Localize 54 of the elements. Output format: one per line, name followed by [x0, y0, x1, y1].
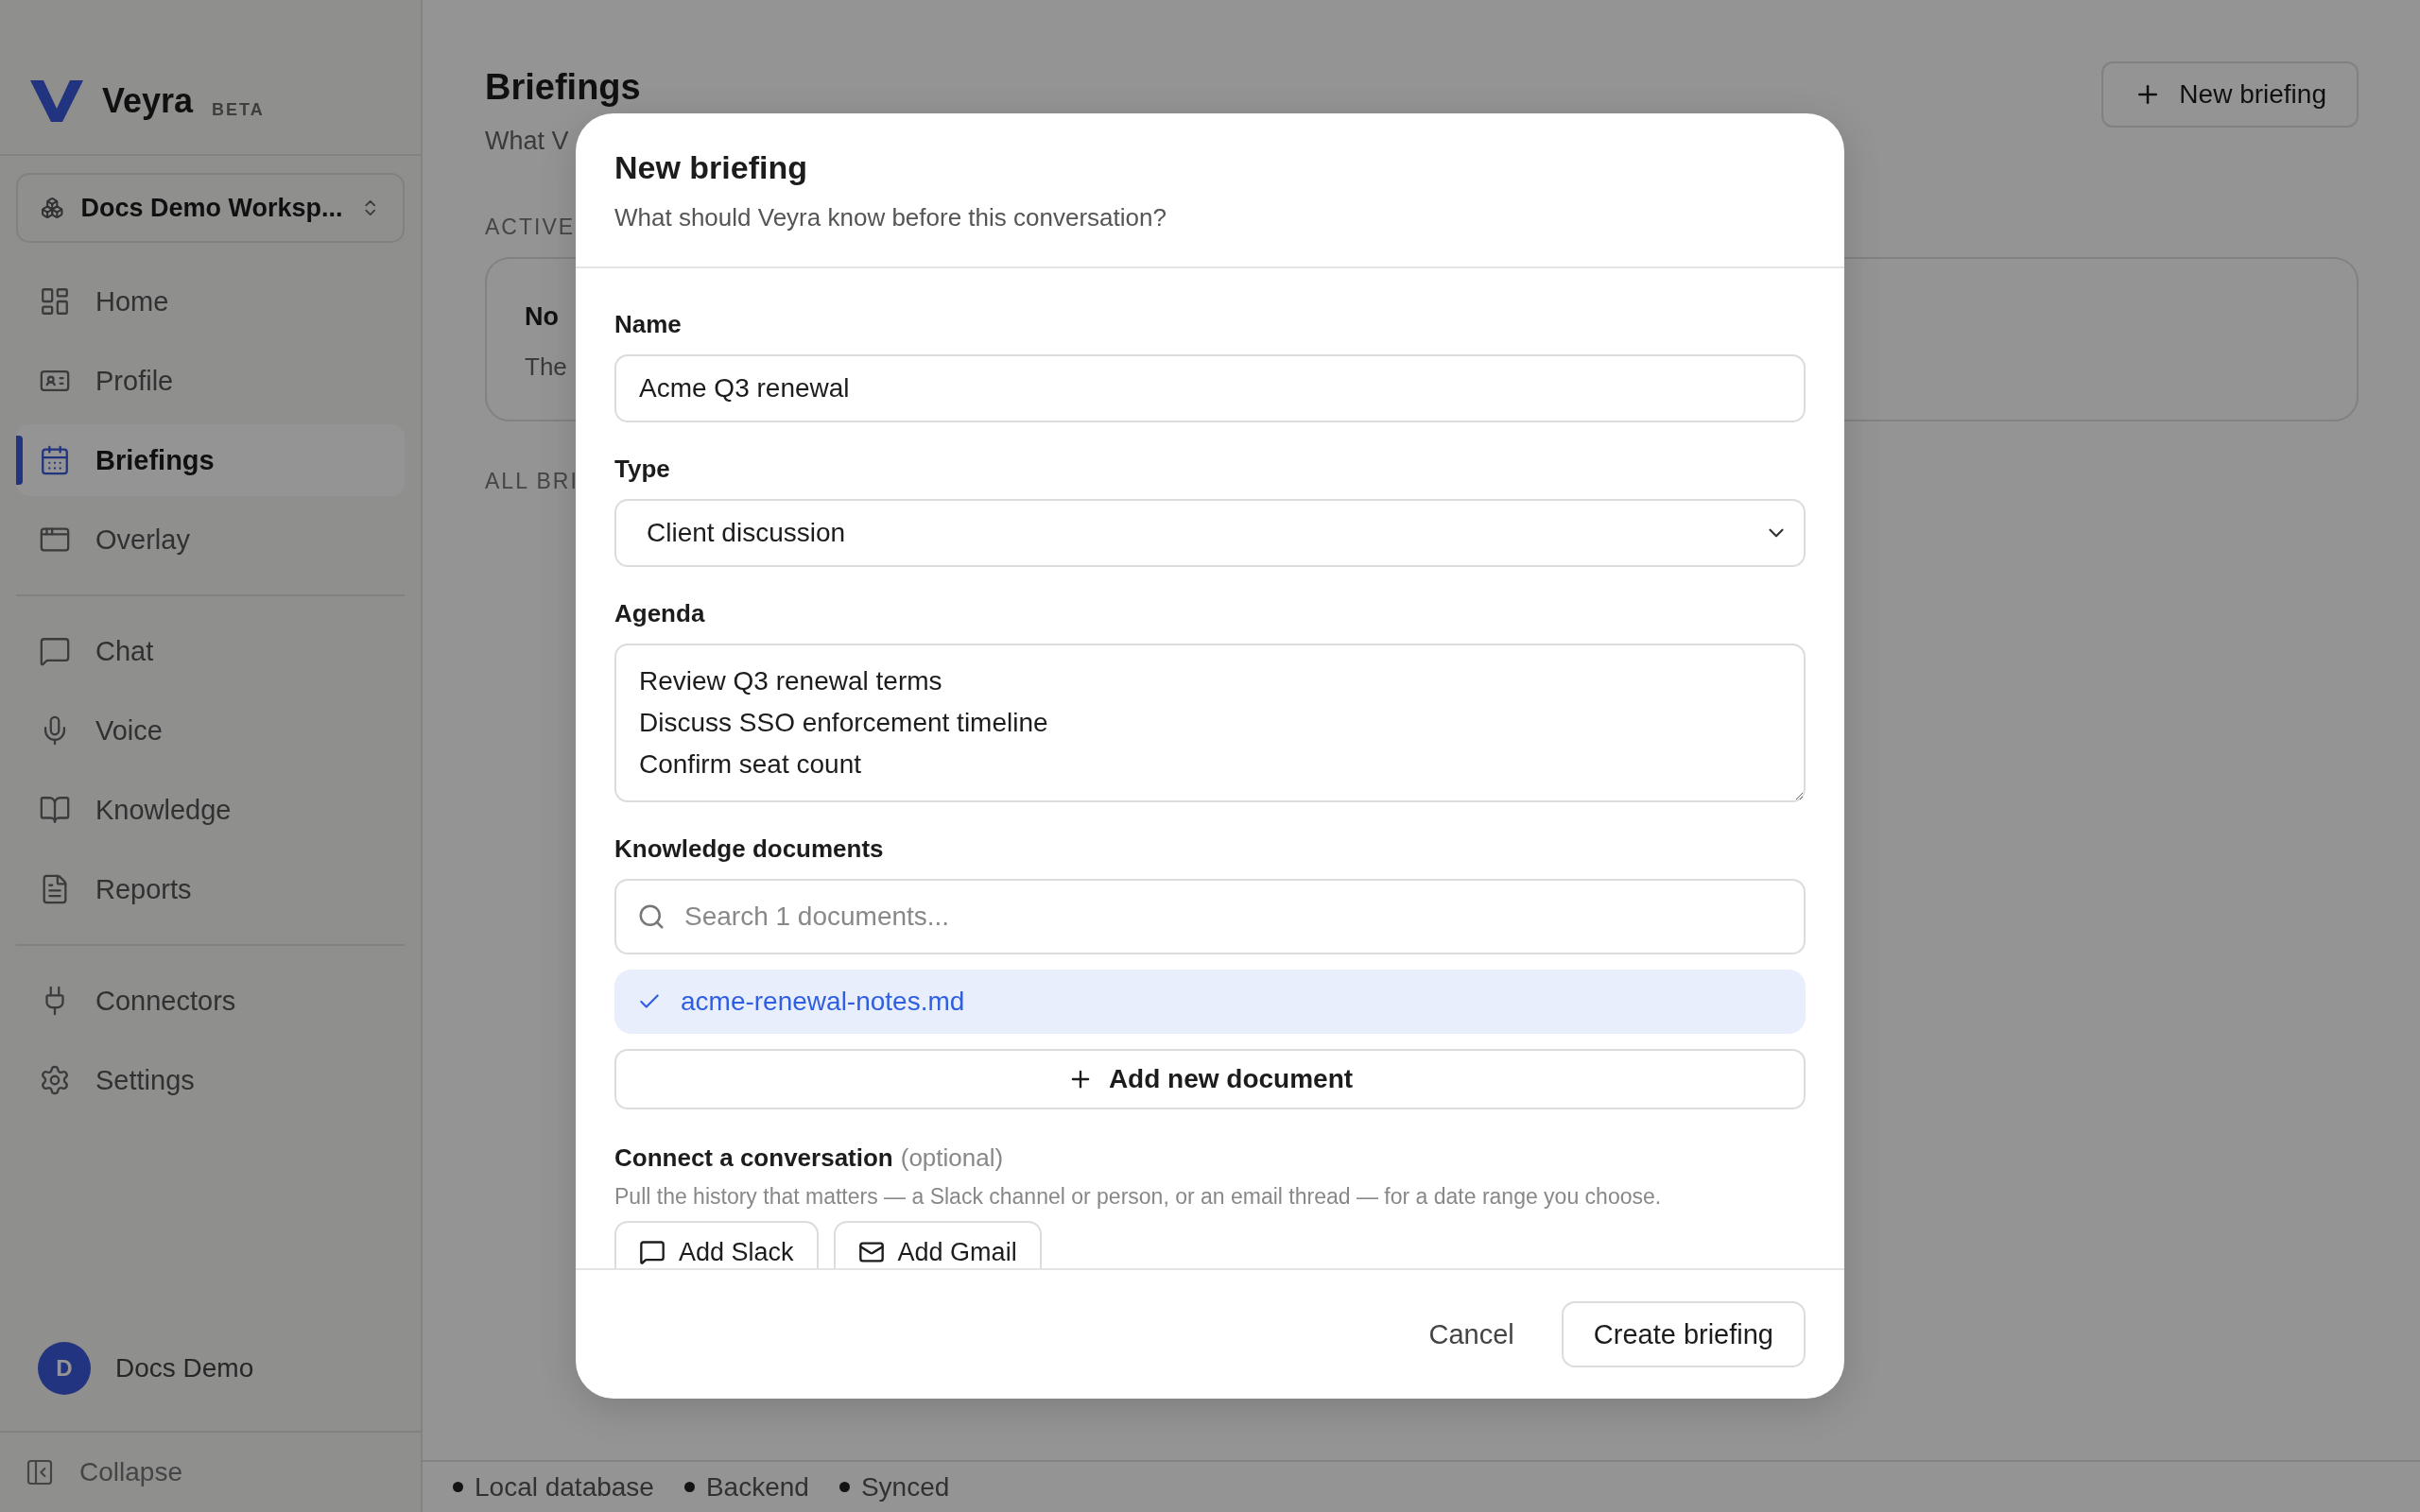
- panel-collapse-icon: [25, 1457, 55, 1487]
- user-avatar[interactable]: D: [38, 1342, 91, 1395]
- calendar-icon: [39, 444, 71, 476]
- settings-icon: [39, 1064, 71, 1096]
- card-text: The: [525, 352, 567, 382]
- logo-icon: [30, 79, 83, 122]
- type-select[interactable]: Client discussion: [614, 499, 1806, 567]
- section-description: Pull the history that matters — a Slack channel or person, or an email thread — for a date range you choose.: [614, 1184, 1663, 1210]
- nav-item[interactable]: Knowledge: [16, 774, 405, 846]
- section-label: Connect a conversation (optional): [614, 1143, 1005, 1173]
- chat-bubble-icon: [639, 1239, 666, 1265]
- beta-label: BETA: [212, 100, 265, 120]
- document-option[interactable]: acme-renewal-notes.md: [614, 970, 1806, 1034]
- section-heading: ALL BRI: [485, 469, 579, 494]
- search-icon: [637, 902, 666, 931]
- dialog-title: New briefing: [614, 149, 809, 186]
- nav-item[interactable]: Profile: [16, 345, 405, 417]
- page-title: Briefings: [485, 67, 641, 108]
- app-name: Veyra: [102, 80, 194, 121]
- add-source-button[interactable]: Add Gmail: [833, 1221, 1042, 1268]
- user-name: Docs Demo: [115, 1353, 254, 1383]
- new-briefing-button[interactable]: New briefing: [2101, 61, 2359, 128]
- agenda-textarea[interactable]: Review Q3 renewal terms Discuss SSO enforcement timeline Confirm seat count: [614, 644, 1806, 802]
- nav-item[interactable]: Overlay: [16, 504, 405, 576]
- status-item: Backend: [683, 1471, 809, 1503]
- status-item: Local database: [453, 1471, 654, 1503]
- nav-item[interactable]: Settings: [16, 1044, 405, 1116]
- nav-item[interactable]: Reports: [16, 853, 405, 925]
- add-source-button[interactable]: Add Slack: [614, 1221, 819, 1268]
- collapse-button[interactable]: Collapse: [0, 1431, 421, 1512]
- add-document-button[interactable]: Add new document: [614, 1049, 1806, 1109]
- dashboard-icon: [39, 285, 71, 318]
- field-label: Knowledge documents: [614, 834, 885, 864]
- status-item: Synced: [838, 1471, 950, 1503]
- name-input[interactable]: Acme Q3 renewal: [614, 354, 1806, 422]
- nav-item[interactable]: Connectors: [16, 965, 405, 1037]
- nav-item[interactable]: Voice: [16, 695, 405, 766]
- book-icon: [39, 794, 71, 826]
- field-label: Name: [614, 310, 683, 339]
- nav-item[interactable]: Chat: [16, 615, 405, 687]
- cancel-button[interactable]: Cancel: [1409, 1303, 1533, 1366]
- nav-item[interactable]: Home: [16, 266, 405, 337]
- create-briefing-button[interactable]: Create briefing: [1561, 1301, 1806, 1367]
- nav-item[interactable]: Briefings: [16, 424, 405, 496]
- selection-indicator: [16, 436, 23, 485]
- document-search-field[interactable]: Search 1 documents...: [614, 879, 1806, 954]
- section-heading: ACTIVE: [485, 215, 576, 240]
- card-title: No: [525, 302, 559, 332]
- dialog-subtitle: What should Veyra know before this conversation?: [614, 203, 1167, 232]
- workspace-select[interactable]: Docs Demo Worksp...: [16, 173, 405, 243]
- chat-bubble-icon: [39, 635, 71, 667]
- field-label: Type: [614, 455, 671, 484]
- field-label: Agenda: [614, 599, 706, 628]
- page-subtitle: What V: [485, 127, 570, 156]
